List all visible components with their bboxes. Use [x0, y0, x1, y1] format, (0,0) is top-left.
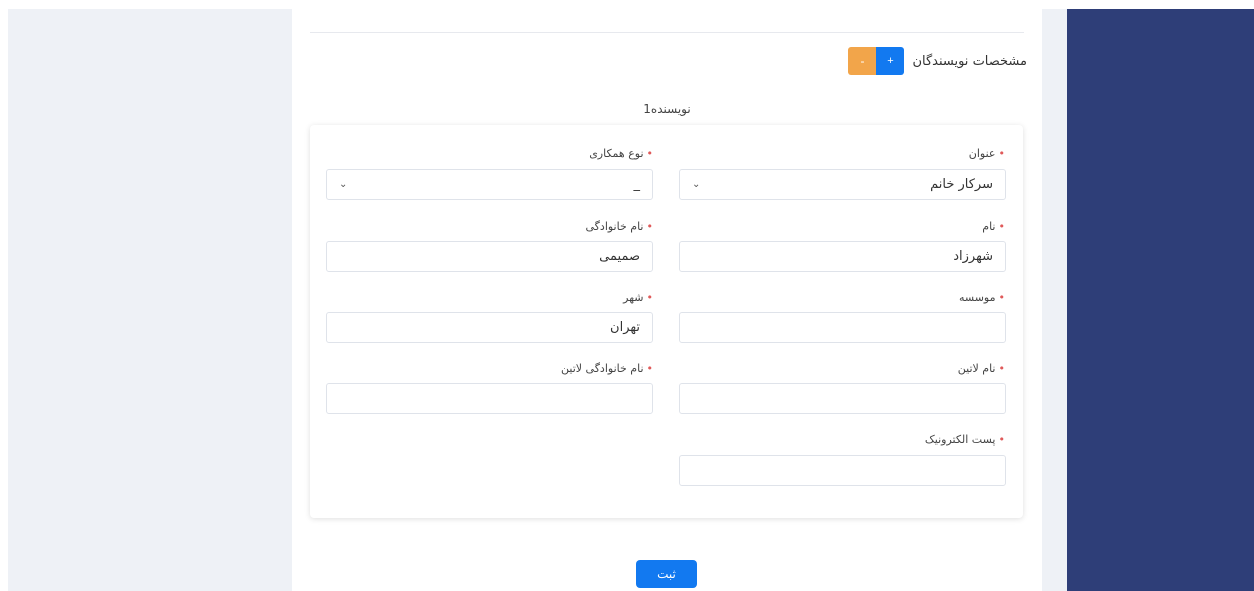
- section-header: مشخصات نویسندگان + -: [848, 47, 1027, 75]
- title-label: •عنوان: [968, 147, 1006, 160]
- chevron-down-icon: ⌄: [692, 179, 701, 190]
- remove-author-button[interactable]: -: [848, 47, 877, 75]
- city-input[interactable]: تهران: [326, 312, 653, 343]
- last-name-input[interactable]: صمیمی: [326, 241, 653, 272]
- divider: [310, 32, 1024, 33]
- gap-strip: [1042, 9, 1067, 591]
- left-background: [8, 9, 292, 591]
- email-label: •پست الکترونیک: [924, 433, 1006, 446]
- required-mark: •: [998, 220, 1006, 233]
- cooperation-type-select[interactable]: _ ⌄: [326, 169, 653, 200]
- section-title: مشخصات نویسندگان: [912, 53, 1027, 69]
- required-mark: •: [998, 362, 1006, 375]
- first-name-input[interactable]: شهرزاد: [679, 241, 1006, 272]
- author-heading: نویسنده1: [643, 102, 691, 116]
- latin-first-name-input[interactable]: [679, 383, 1006, 414]
- first-name-label: •نام: [982, 220, 1005, 233]
- required-mark: •: [998, 147, 1006, 160]
- title-select-value: سرکار خانم: [930, 177, 993, 192]
- title-select[interactable]: سرکار خانم ⌄: [679, 169, 1006, 200]
- cooperation-type-select-value: _: [633, 177, 641, 192]
- city-label: •شهر: [623, 291, 653, 304]
- latin-last-name-label: •نام خانوادگی لاتین: [561, 362, 653, 375]
- required-mark: •: [998, 291, 1006, 304]
- institution-input[interactable]: [679, 312, 1006, 343]
- add-author-button[interactable]: +: [876, 47, 905, 75]
- required-mark: •: [998, 433, 1006, 446]
- author-button-group: + -: [848, 47, 905, 75]
- required-mark: •: [646, 220, 654, 233]
- required-mark: •: [646, 291, 654, 304]
- sidebar: [1067, 9, 1254, 591]
- chevron-down-icon: ⌄: [339, 179, 348, 190]
- latin-first-name-label: •نام لاتین: [957, 362, 1006, 375]
- cooperation-type-label: •نوع همکاری: [589, 147, 653, 160]
- last-name-label: •نام خانوادگی: [585, 220, 654, 233]
- email-input[interactable]: [679, 455, 1006, 486]
- author-card: •عنوان سرکار خانم ⌄ •نوع همکاری _ ⌄ •نام…: [310, 125, 1023, 518]
- latin-last-name-input[interactable]: [326, 383, 653, 414]
- required-mark: •: [646, 362, 654, 375]
- required-mark: •: [646, 147, 654, 160]
- submit-button[interactable]: ثبت: [636, 560, 697, 588]
- institution-label: •موسسه: [958, 291, 1006, 304]
